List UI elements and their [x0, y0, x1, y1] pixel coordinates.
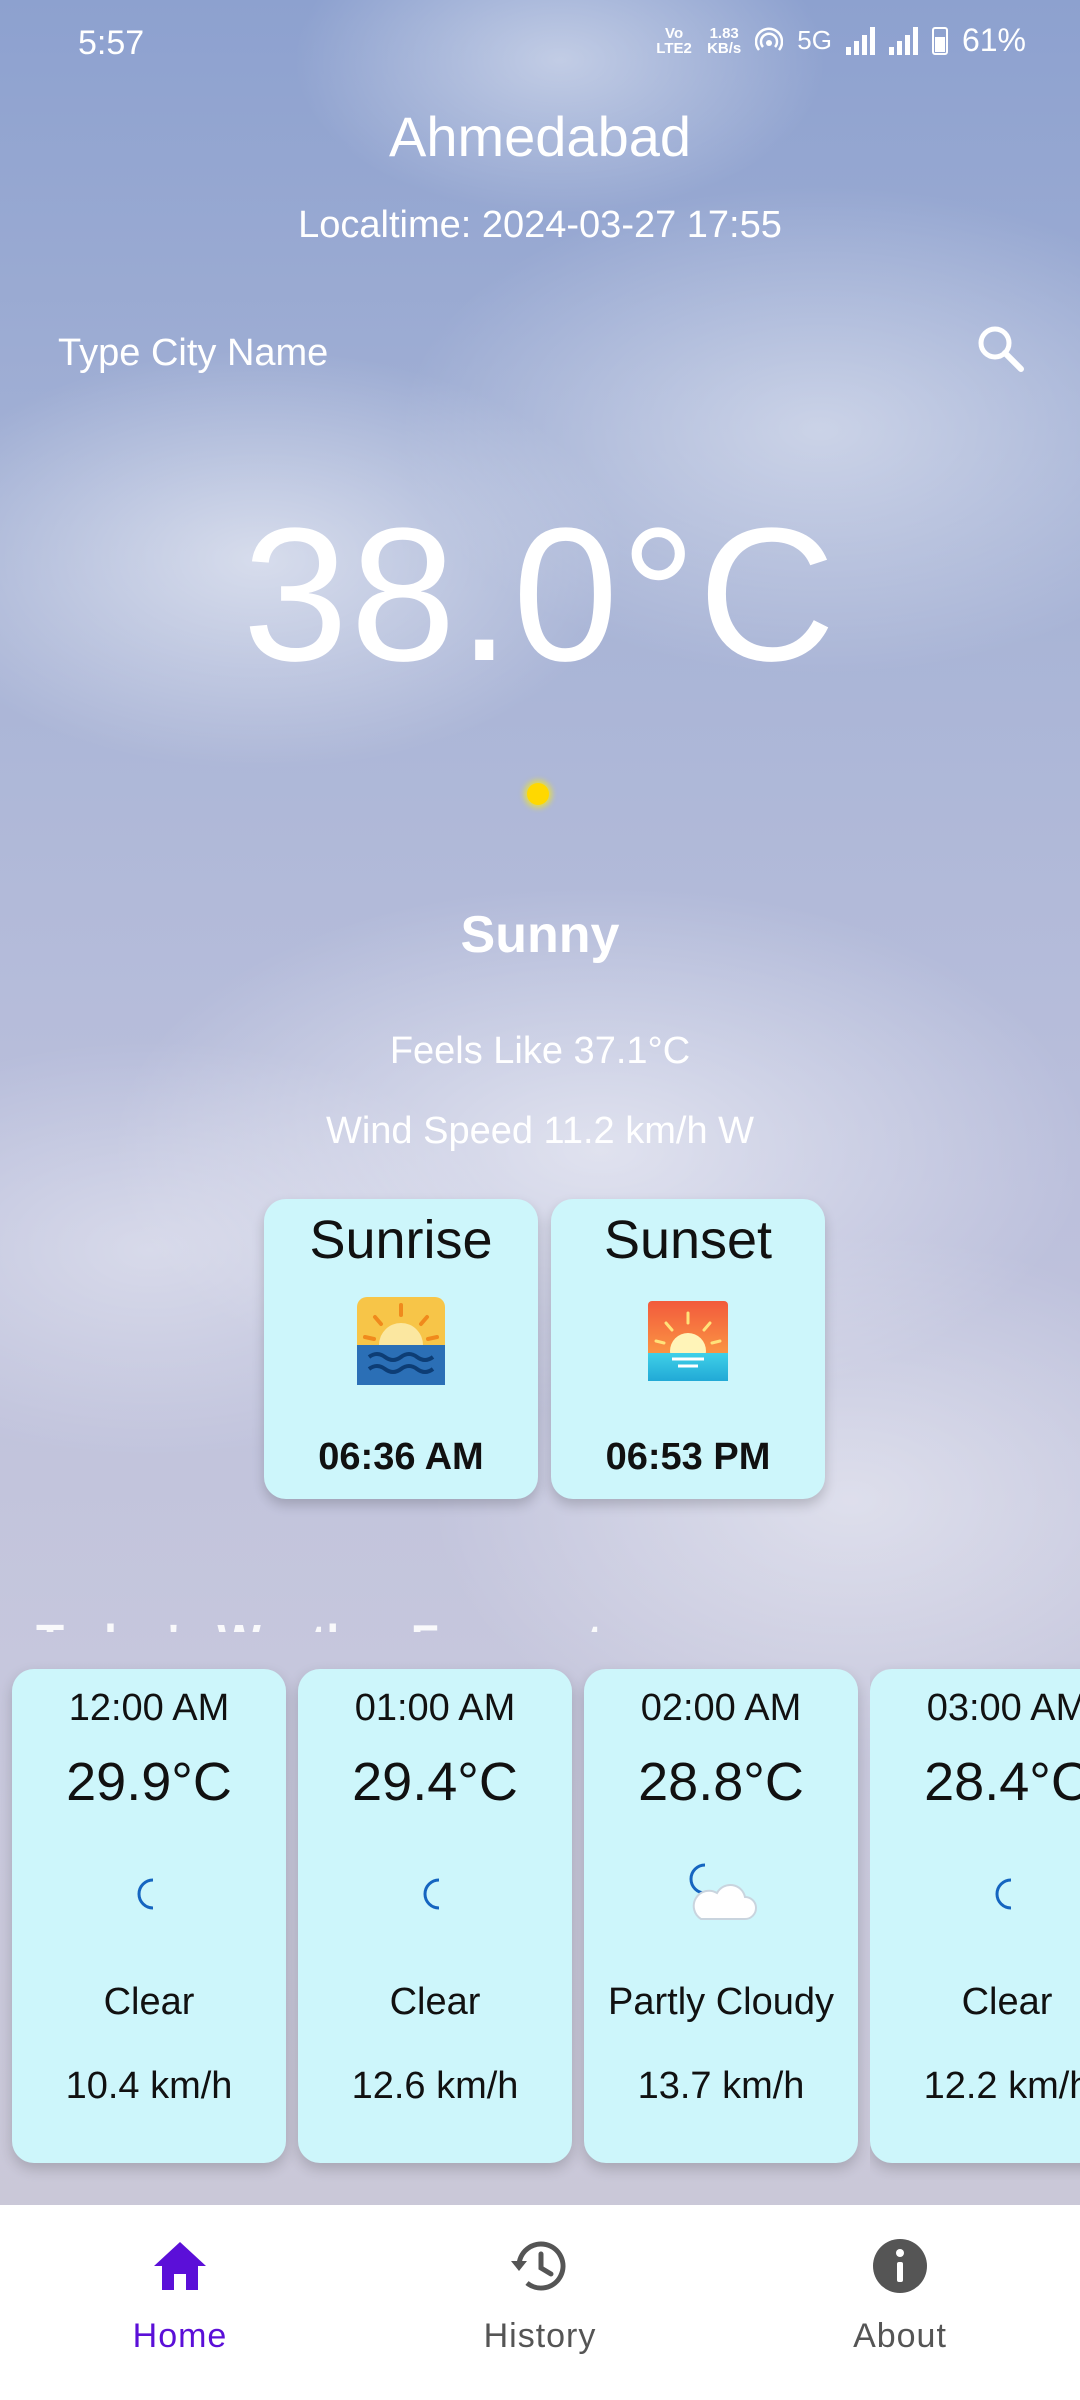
current-temperature: 38.0°C [242, 489, 838, 701]
net-speed-value: 1.83 [709, 24, 739, 42]
feels-like: Feels Like 37.1°C [389, 1030, 691, 1072]
moon-icon [995, 1878, 1012, 1910]
bottom-navigation: Home History About [0, 2205, 1080, 2400]
nav-about[interactable]: About [720, 2205, 1080, 2400]
sunrise-label: Sunrise [309, 1210, 493, 1270]
forecast-condition: Clear [103, 1981, 195, 2023]
forecast-temp: 28.4°C [924, 1752, 1080, 1812]
forecast-condition: Clear [961, 1981, 1053, 2023]
nav-history-label: History [483, 2317, 597, 2355]
home-icon [145, 2231, 215, 2301]
forecast-wind: 13.7 km/h [637, 2065, 805, 2107]
status-icons: Vo LTE2 1.83 KB/s 5G 61% [655, 22, 1026, 59]
sunrise-icon [357, 1297, 445, 1385]
battery-percent: 61% [961, 22, 1026, 58]
nav-home[interactable]: Home [0, 2205, 360, 2400]
moon-cloud-icon [689, 1863, 757, 1920]
forecast-time: 01:00 AM [354, 1687, 516, 1729]
sunrise-card: Sunrise 06:36 AM [264, 1199, 538, 1499]
sunset-card: Sunset 06:53 PM [551, 1199, 825, 1499]
net-speed-unit: KB/s [707, 39, 742, 57]
history-icon [505, 2231, 575, 2301]
forecast-card-clip: 03:00 AM 28.4°C Clear 12.2 km/h [870, 1660, 1080, 2180]
hotspot-icon [755, 26, 784, 51]
forecast-card[interactable]: 01:00 AM 29.4°C Clear 12.6 km/h [298, 1669, 572, 2163]
sunrise-time: 06:36 AM [318, 1436, 484, 1478]
forecast-wind: 12.6 km/h [351, 2065, 519, 2107]
forecast-heading: Today's Weather Forecast [36, 1606, 603, 1632]
nav-home-label: Home [132, 2317, 228, 2355]
volte-indicator: Vo LTE2 [656, 24, 692, 57]
forecast-temp: 28.8°C [638, 1752, 804, 1812]
signal-icon [845, 26, 875, 55]
sunset-label: Sunset [603, 1210, 773, 1270]
forecast-temp: 29.9°C [66, 1752, 232, 1812]
network-type: 5G [797, 25, 832, 55]
city-name: Ahmedabad [388, 105, 691, 168]
local-time: Localtime: 2024-03-27 17:55 [298, 204, 782, 246]
search-icon[interactable] [974, 322, 1028, 381]
sun-icon [527, 783, 549, 805]
forecast-card[interactable]: 02:00 AM 28.8°C Partly Cloudy 13.7 km/h [584, 1669, 858, 2163]
forecast-condition: Clear [389, 1981, 481, 2023]
forecast-time: 12:00 AM [68, 1687, 230, 1729]
net-speed: 1.83 KB/s [707, 26, 741, 56]
sunset-time: 06:53 PM [605, 1436, 771, 1478]
battery-icon [931, 26, 948, 55]
status-time: 5:57 [78, 24, 145, 62]
moon-icon [137, 1878, 154, 1910]
sunset-icon [648, 1301, 728, 1381]
forecast-condition: Partly Cloudy [608, 1981, 834, 2023]
current-condition: Sunny [460, 906, 620, 964]
forecast-wind: 10.4 km/h [65, 2065, 233, 2107]
forecast-card[interactable]: 03:00 AM 28.4°C Clear 12.2 km/h [870, 1669, 1080, 2163]
forecast-card[interactable]: 12:00 AM 29.9°C Clear 10.4 km/h [12, 1669, 286, 2163]
forecast-temp: 29.4°C [352, 1752, 518, 1812]
nav-history[interactable]: History [360, 2205, 720, 2400]
wind-speed: Wind Speed 11.2 km/h W [325, 1110, 755, 1152]
search-input[interactable]: Type City Name [58, 332, 328, 375]
forecast-time: 03:00 AM [926, 1687, 1080, 1729]
forecast-time: 02:00 AM [640, 1687, 802, 1729]
signal-icon-2 [888, 26, 918, 55]
forecast-wind: 12.2 km/h [923, 2065, 1080, 2107]
moon-icon [423, 1878, 440, 1910]
info-icon [865, 2231, 935, 2301]
nav-about-label: About [853, 2317, 947, 2355]
